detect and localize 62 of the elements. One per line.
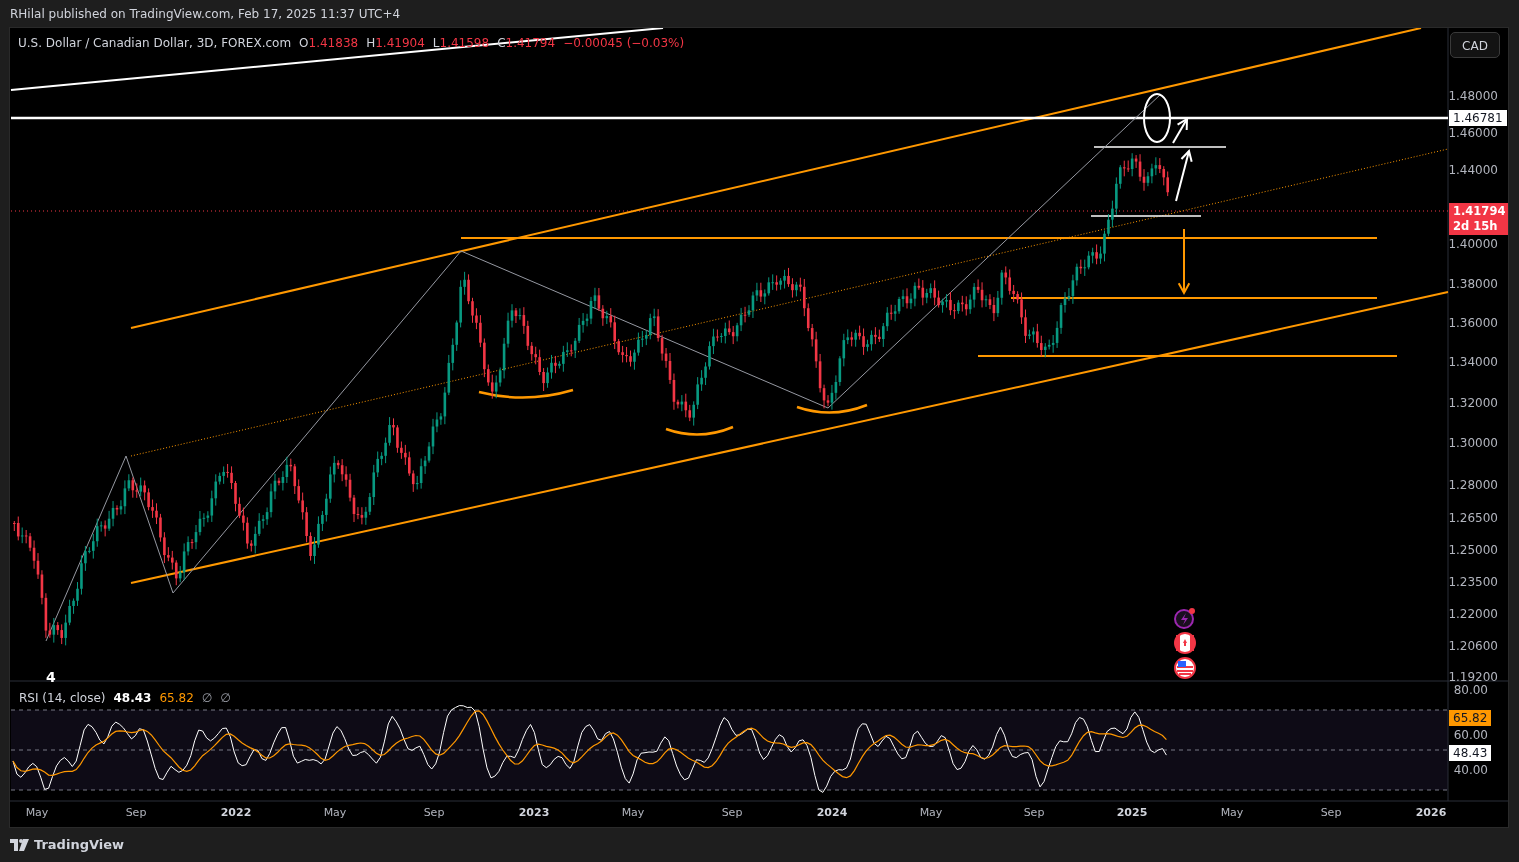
chart-title: U.S. Dollar / Canadian Dollar, 3D, FOREX.com — [18, 35, 292, 52]
price-label: 1.20600 — [1448, 638, 1498, 654]
logo-icon[interactable] — [10, 839, 30, 851]
price-label: 1.46000 — [1448, 125, 1498, 141]
price-value: 1.41794 — [1453, 204, 1506, 219]
time-label: Sep — [1023, 805, 1045, 821]
arrow — [1175, 148, 1193, 202]
rsi-axis-label: 60.00 — [1453, 727, 1488, 743]
time-label: 2025 — [1116, 805, 1148, 821]
time-label: Sep — [423, 805, 445, 821]
canada-flag-icon[interactable] — [1173, 631, 1197, 655]
price-label: 1.40000 — [1448, 236, 1498, 252]
arrow — [1177, 228, 1191, 296]
time-label: May — [323, 805, 347, 821]
ohlc-value: H1.41904 — [366, 35, 425, 52]
price-label: 1.19200 — [1448, 669, 1498, 685]
wave-label: 4 — [46, 668, 56, 687]
time-label: May — [1220, 805, 1244, 821]
us-flag-icon[interactable] — [1173, 656, 1197, 680]
rsi-value: 48.43 — [113, 690, 152, 707]
rsi-badge: 48.43 — [1449, 745, 1492, 761]
price-label: 1.34000 — [1448, 354, 1498, 370]
price-label: 1.23500 — [1448, 574, 1498, 590]
price-label: 1.25000 — [1448, 542, 1498, 558]
empty-value: ∅ — [201, 690, 213, 707]
rsi-axis-label: 80.00 — [1453, 682, 1488, 698]
empty-value: ∅ — [220, 690, 231, 707]
curve-line — [796, 403, 868, 414]
change-value: −0.00045 (−0.03%) — [563, 35, 685, 52]
time-label: 2026 — [1415, 805, 1447, 821]
time-label: Sep — [721, 805, 743, 821]
time-label: May — [919, 805, 943, 821]
price-label: 1.48000 — [1448, 88, 1498, 104]
time-label: May — [621, 805, 645, 821]
curve-line — [665, 425, 734, 436]
arrow — [1172, 117, 1189, 144]
price-label: 1.44000 — [1448, 162, 1498, 178]
currency-button[interactable]: CAD — [1450, 32, 1500, 58]
time-label: Sep — [1320, 805, 1342, 821]
lightning-icon[interactable] — [1173, 606, 1197, 630]
time-label: May — [25, 805, 49, 821]
brand-name[interactable]: TradingView — [34, 835, 125, 855]
time-label: Sep — [125, 805, 147, 821]
rsi-average-value: 65.82 — [159, 690, 194, 707]
price-label: 1.22000 — [1448, 606, 1498, 622]
countdown-timer: 2d 15h — [1453, 219, 1499, 234]
rsi-badge: 65.82 — [1449, 710, 1492, 726]
indicator-title: RSI (14, close) — [19, 690, 106, 707]
price-label: 1.36000 — [1448, 315, 1498, 331]
time-label: 2022 — [220, 805, 252, 821]
time-label: 2023 — [518, 805, 550, 821]
rsi-axis-label: 40.00 — [1453, 762, 1488, 778]
price-label: 1.38000 — [1448, 276, 1498, 292]
publisher-line: RHilal published on TradingView.com, Feb 17, 2025 11:37 UTC+4 — [10, 5, 401, 23]
price-label: 1.32000 — [1448, 395, 1498, 411]
ohlc-value: O1.41838 — [299, 35, 359, 52]
price-line-badge: 1.46781 — [1449, 110, 1507, 126]
price-label: 1.30000 — [1448, 435, 1498, 451]
price-label: 1.26500 — [1448, 510, 1498, 526]
time-label: 2024 — [816, 805, 848, 821]
price-label: 1.28000 — [1448, 477, 1498, 493]
ellipse-mark — [1143, 93, 1171, 143]
